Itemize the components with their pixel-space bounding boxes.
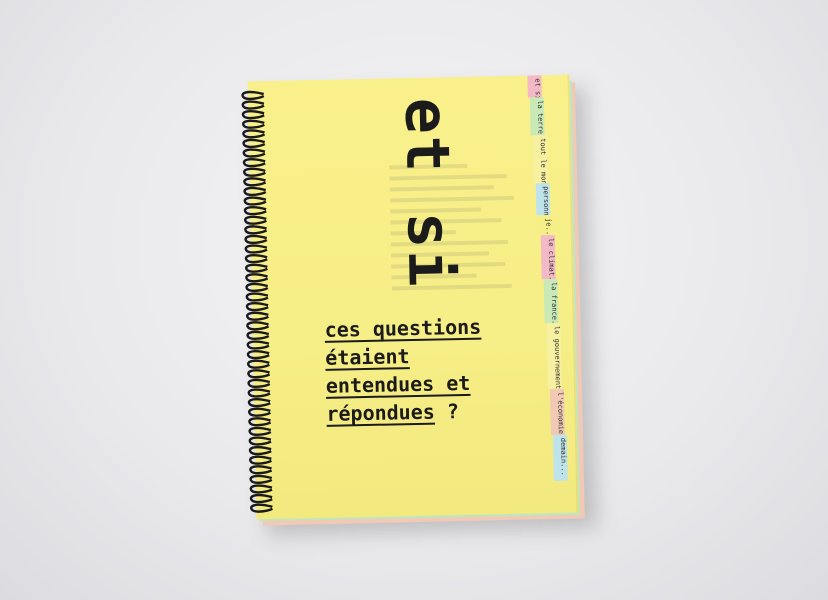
- spiral-coil: [248, 446, 272, 456]
- spiral-coil: [246, 321, 270, 331]
- question-mark: ?: [446, 399, 460, 424]
- spiral-coil: [243, 177, 267, 187]
- spiral-coil: [248, 436, 272, 446]
- tab-l-economie[interactable]: l'économie...: [549, 388, 565, 436]
- spiral-coil: [245, 292, 269, 302]
- subtitle-line-2: étaient: [325, 344, 410, 370]
- tab-tout-le-monde[interactable]: tout le monde...: [532, 135, 548, 184]
- spiral-coil: [249, 494, 273, 504]
- spiral-coil: [246, 340, 270, 350]
- spiral-coil: [246, 350, 270, 360]
- spiral-coil: [249, 484, 273, 494]
- cover-subtitle: ces questions étaient entendues et répon…: [324, 311, 556, 428]
- spiral-coil: [247, 378, 271, 389]
- subtitle-line-3: entendues et: [325, 370, 471, 398]
- tab-demain[interactable]: demain...: [552, 434, 568, 482]
- spiral-coil: [249, 465, 273, 475]
- spiral-coil: [245, 263, 268, 273]
- spiral-coil: [247, 369, 271, 379]
- spiral-coil: [242, 129, 266, 139]
- spiral-coil: [243, 206, 267, 216]
- spiral-coil: [243, 196, 267, 206]
- spiral-coil: [242, 148, 266, 158]
- spiral-coil: [244, 215, 267, 225]
- spiral-coil: [249, 455, 272, 465]
- spiral-coil: [241, 100, 265, 110]
- spiral-coil: [246, 330, 270, 341]
- spiral-coil: [243, 167, 266, 177]
- spiral-coil: [245, 282, 269, 293]
- spiral-coil: [246, 311, 269, 321]
- spiral-coil: [249, 474, 273, 484]
- spiral-coil: [247, 359, 270, 369]
- spiral-coil: [245, 302, 269, 312]
- subtitle-line-1: ces questions: [324, 314, 482, 342]
- spiral-coil: [245, 273, 269, 283]
- spiral-notebook: et si ces questions étaient entendues et…: [241, 74, 579, 520]
- spiral-coil: [241, 110, 265, 120]
- tab-la-france[interactable]: la france...: [543, 278, 559, 324]
- tab-le-climat[interactable]: le climat...: [540, 235, 556, 280]
- spiral-coil: [248, 417, 272, 427]
- spiral-coil: [248, 407, 271, 417]
- spiral-coil: [243, 186, 267, 197]
- tab-et-si[interactable]: et si...: [527, 75, 542, 98]
- spiral-coil: [248, 426, 272, 437]
- spiral-coil: [244, 254, 268, 264]
- subtitle-line-4: répondues: [326, 399, 436, 426]
- divider-tabs: et si... la terre... tout le monde... pe…: [527, 75, 576, 514]
- spiral-coil: [242, 158, 266, 168]
- tab-je[interactable]: je...: [538, 215, 553, 236]
- spiral-coil: [250, 503, 273, 513]
- tab-personne[interactable]: personne...: [535, 183, 551, 216]
- spiral-coil: [242, 119, 265, 129]
- cover-title: et si: [390, 96, 465, 290]
- tab-la-terre[interactable]: la terre...: [529, 97, 545, 136]
- spiral-coil: [241, 90, 265, 101]
- spiral-coil: [244, 234, 268, 245]
- spiral-coil: [244, 225, 268, 235]
- spiral-binding: [241, 90, 273, 513]
- spiral-coil: [242, 138, 266, 149]
- tab-le-gouvernement[interactable]: le gouvernement...: [546, 322, 562, 390]
- spiral-coil: [247, 388, 271, 398]
- spiral-coil: [244, 244, 268, 254]
- spiral-coil: [247, 398, 271, 408]
